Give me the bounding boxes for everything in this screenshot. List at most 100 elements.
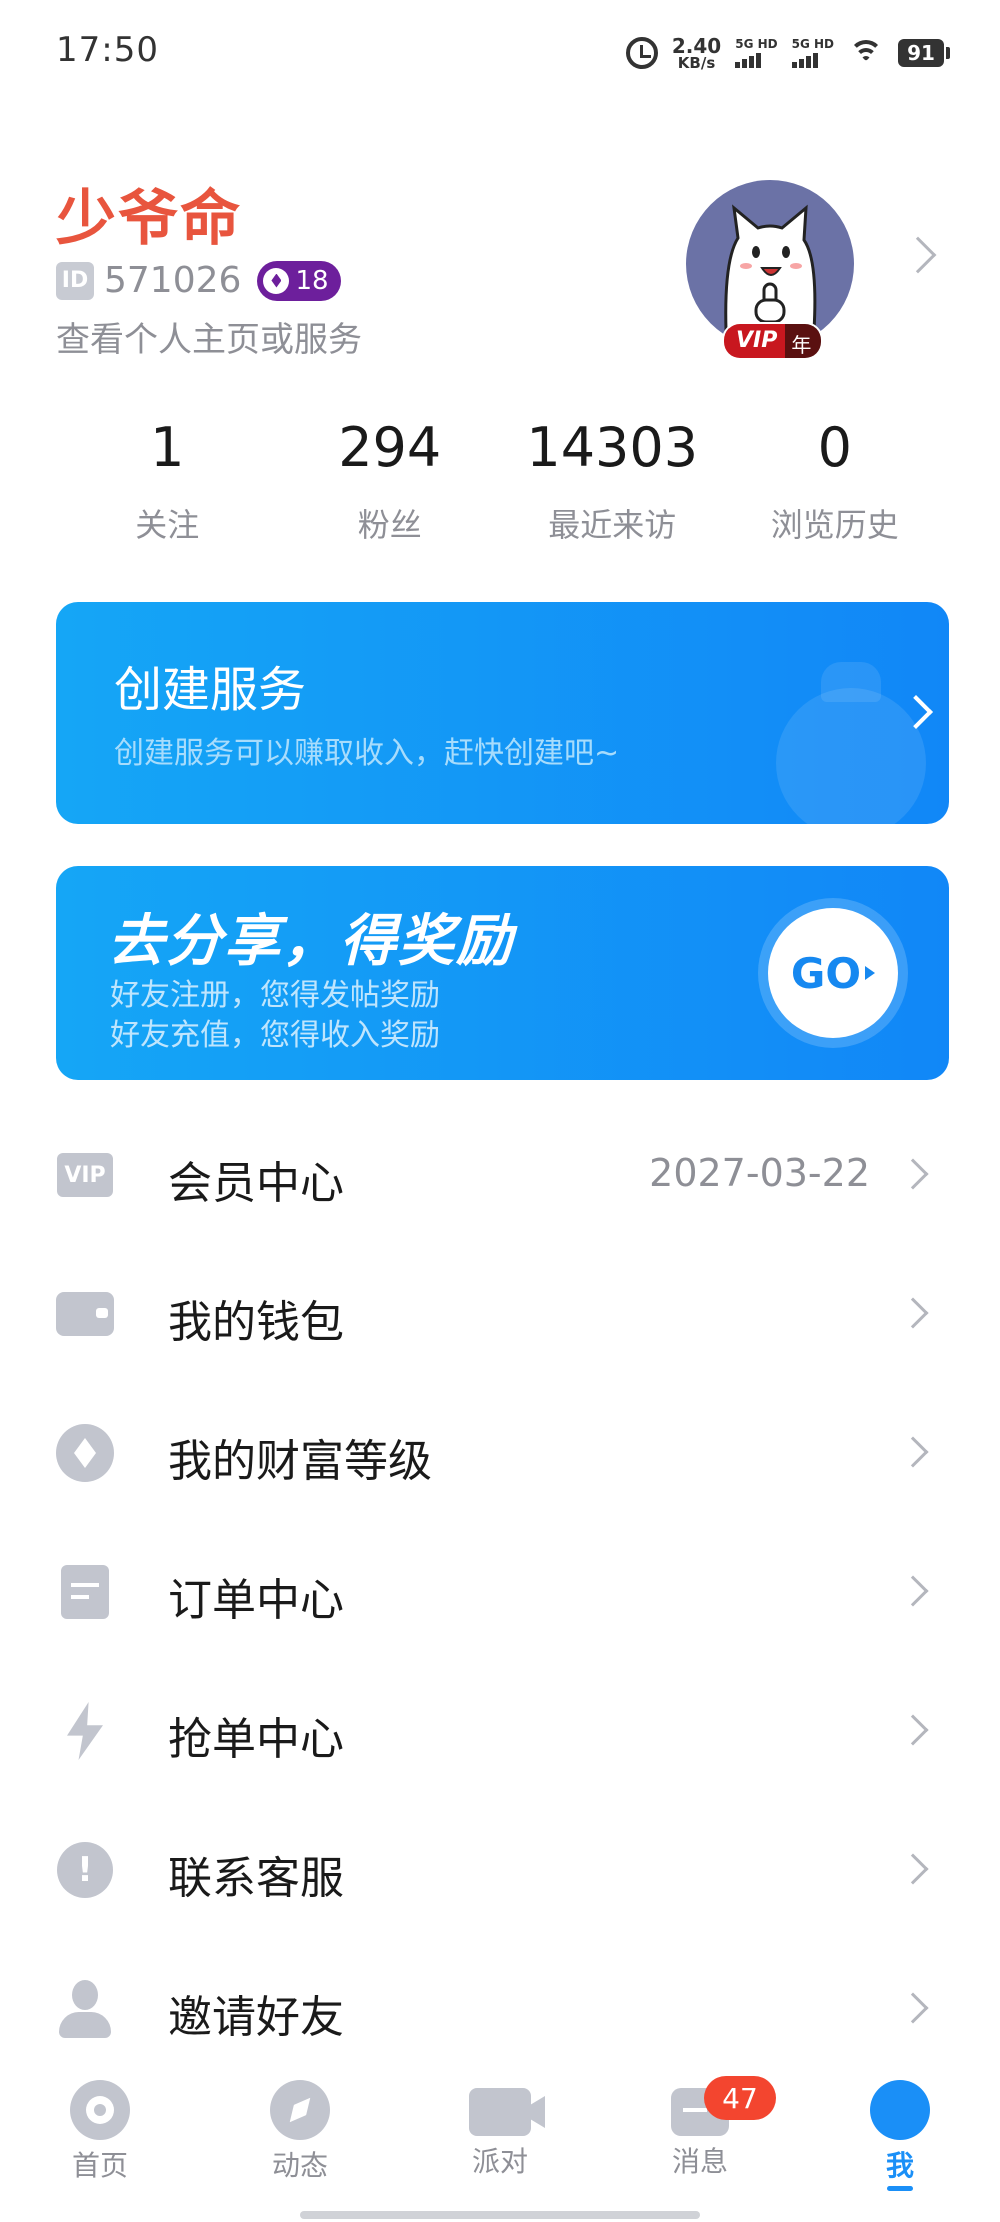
diamond-icon [56, 1424, 114, 1482]
signal-sim2: 5G HD [791, 37, 834, 68]
stat-value: 294 [338, 416, 442, 479]
battery-level: 91 [898, 39, 944, 67]
signal-sim1-label: 5G HD [735, 37, 778, 51]
stat-following[interactable]: 1 关注 [56, 410, 279, 550]
nav-label: 消息 [671, 2145, 728, 2178]
signal-sim2-label: 5G HD [791, 37, 834, 51]
avatar-container[interactable]: VIP 年 [686, 180, 854, 370]
stat-recent-visitors[interactable]: 14303 最近来访 [501, 410, 724, 550]
id-icon: ID [56, 261, 94, 300]
menu-item-label: 联系客服 [168, 1853, 344, 1904]
nav-item-party[interactable]: 派对 [430, 2080, 570, 2180]
profile-header[interactable]: 少爷命 ID 571026 18 查看个人主页或服务 VIP 年 [0, 160, 1000, 380]
lightning-icon [56, 1702, 114, 1760]
bottom-nav: 首页 动态 派对 消息 47 我 [0, 2076, 1000, 2222]
menu-item-grab-order-center[interactable]: 抢单中心 [0, 1661, 1000, 1800]
net-speed-unit: KB/s [677, 53, 716, 72]
nav-label: 首页 [71, 2149, 128, 2182]
compass-icon [270, 2080, 330, 2140]
stat-value: 14303 [526, 416, 699, 479]
signal-bars-icon [791, 52, 818, 68]
username: 少爷命 [56, 184, 242, 254]
go-button-label: GO [790, 948, 862, 998]
chevron-right-icon [897, 1853, 929, 1885]
user-icon [56, 1980, 114, 2038]
unread-messages-badge: 47 [704, 2076, 776, 2120]
stat-label: 浏览历史 [770, 506, 899, 544]
wealth-level-badge: 18 [257, 260, 341, 301]
video-icon [469, 2088, 531, 2136]
chevron-right-icon[interactable] [899, 236, 937, 274]
profile-subtitle: 查看个人主页或服务 [56, 320, 362, 360]
wealth-level-value: 18 [295, 265, 329, 296]
menu-item-vip-center[interactable]: VIP 会员中心 2027-03-22 [0, 1105, 1000, 1244]
nav-label: 我 [885, 2149, 914, 2182]
chevron-right-icon [897, 1992, 929, 2024]
menu-item-label: 订单中心 [168, 1575, 344, 1626]
share-reward-line2: 好友充值，您得收入奖励 [110, 1018, 440, 1053]
share-reward-title: 去分享，得奖励 [108, 909, 514, 974]
nav-item-feed[interactable]: 动态 [230, 2080, 370, 2184]
vip-icon: VIP [56, 1150, 114, 1200]
stats-row: 1 关注 294 粉丝 14303 最近来访 0 浏览历史 [56, 410, 946, 550]
stat-label: 关注 [135, 506, 200, 544]
home-icon [70, 2080, 130, 2140]
order-icon [56, 1565, 114, 1619]
menu-item-wallet[interactable]: 我的钱包 [0, 1244, 1000, 1383]
menu-item-order-center[interactable]: 订单中心 [0, 1522, 1000, 1661]
wallet-icon [56, 1289, 114, 1339]
create-service-banner[interactable]: 创建服务 创建服务可以赚取收入，赶快创建吧~ [56, 602, 949, 824]
share-reward-banner[interactable]: 去分享，得奖励 好友注册，您得发帖奖励 好友充值，您得收入奖励 GO [56, 866, 949, 1080]
chevron-right-icon [897, 1436, 929, 1468]
nav-label: 派对 [471, 2145, 528, 2178]
stat-label: 粉丝 [357, 506, 422, 544]
chevron-right-icon [897, 1297, 929, 1329]
menu-item-label: 我的财富等级 [168, 1436, 432, 1487]
id-row: ID 571026 18 [56, 260, 341, 301]
status-time: 17:50 [56, 30, 159, 70]
stat-fans[interactable]: 294 粉丝 [279, 410, 502, 550]
home-indicator[interactable] [300, 2211, 700, 2219]
net-speed: 2.40 KB/s [672, 36, 721, 71]
stat-value: 1 [150, 416, 185, 479]
me-icon [870, 2080, 930, 2140]
signal-bars-icon [735, 52, 762, 68]
diamond-icon [263, 267, 290, 294]
menu-list: VIP 会员中心 2027-03-22 我的钱包 我的财富等级 订单中心 抢单中… [0, 1105, 1000, 2078]
stat-label: 最近来访 [548, 506, 677, 544]
alarm-icon [625, 37, 658, 69]
nav-item-me[interactable]: 我 [830, 2080, 970, 2191]
vip-expiry-date: 2027-03-22 [649, 1151, 870, 1195]
active-tab-indicator [887, 2186, 913, 2191]
menu-item-wealth-level[interactable]: 我的财富等级 [0, 1383, 1000, 1522]
help-icon-glyph: ! [57, 1842, 113, 1898]
chevron-right-icon [897, 1575, 929, 1607]
status-bar: 17:50 2.40 KB/s 5G HD 5G HD 91 [0, 0, 1000, 100]
menu-item-customer-service[interactable]: ! 联系客服 [0, 1800, 1000, 1939]
status-icons: 2.40 KB/s 5G HD 5G HD 91 [625, 30, 950, 76]
chevron-right-icon [897, 1714, 929, 1746]
nav-label: 动态 [271, 2149, 328, 2182]
vip-icon-label: VIP [57, 1153, 113, 1197]
vip-badge-label: VIP [724, 324, 786, 358]
menu-item-label: 会员中心 [168, 1158, 344, 1209]
stat-browse-history[interactable]: 0 浏览历史 [724, 410, 947, 550]
share-reward-line1: 好友注册，您得发帖奖励 [110, 978, 440, 1013]
go-button[interactable]: GO [768, 908, 898, 1038]
menu-item-invite-friends[interactable]: 邀请好友 [0, 1939, 1000, 2078]
wifi-icon [848, 38, 884, 68]
menu-item-label: 抢单中心 [168, 1714, 344, 1765]
nav-item-home[interactable]: 首页 [30, 2080, 170, 2184]
help-icon: ! [56, 1842, 114, 1898]
create-service-title: 创建服务 [114, 662, 307, 718]
vip-badge-period: 年 [785, 324, 822, 358]
menu-item-label: 我的钱包 [168, 1297, 344, 1348]
stat-value: 0 [817, 416, 852, 479]
create-service-desc: 创建服务可以赚取收入，赶快创建吧~ [114, 736, 620, 771]
vip-annual-badge: VIP 年 [722, 322, 824, 360]
signal-sim1: 5G HD [735, 37, 778, 68]
net-speed-value: 2.40 [671, 33, 722, 58]
menu-item-label: 邀请好友 [168, 1992, 344, 2043]
user-id: 571026 [104, 260, 242, 301]
battery-icon: 91 [898, 39, 950, 67]
